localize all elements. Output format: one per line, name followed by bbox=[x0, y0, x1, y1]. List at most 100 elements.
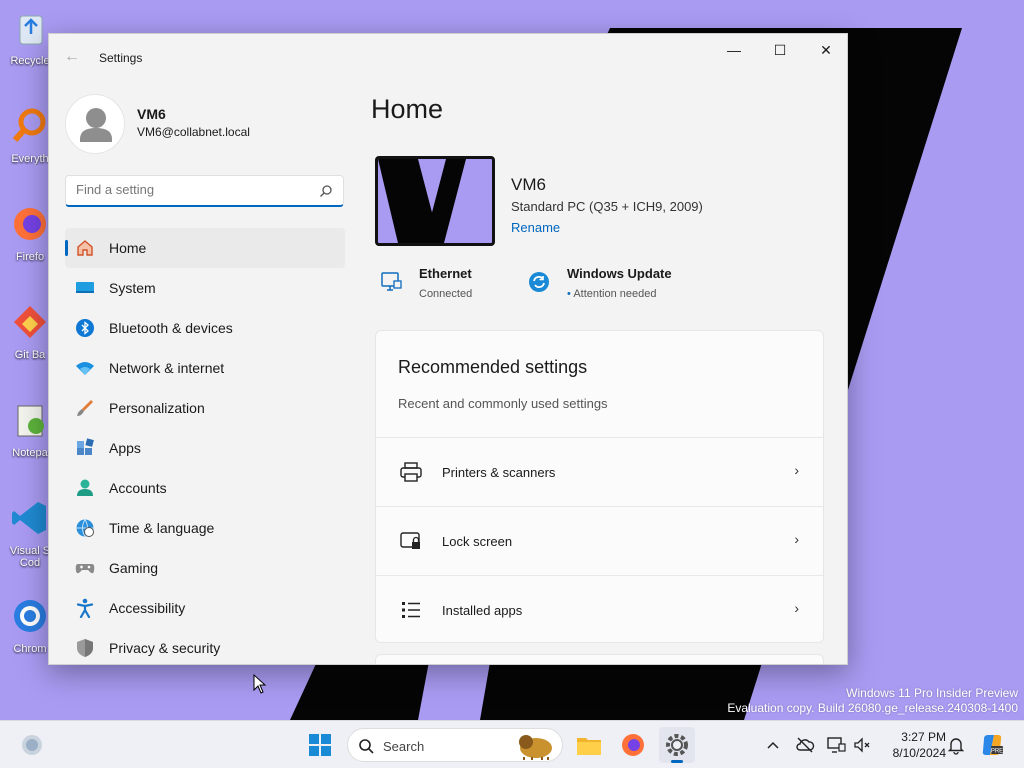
printer-icon bbox=[400, 462, 422, 482]
sidebar-item-bluetooth[interactable]: Bluetooth & devices bbox=[65, 308, 345, 348]
network-tray-icon[interactable] bbox=[826, 735, 846, 755]
next-card-peek bbox=[375, 654, 824, 664]
file-explorer-icon[interactable] bbox=[571, 727, 607, 763]
notification-bell-icon[interactable] bbox=[946, 735, 966, 755]
gamepad-icon bbox=[75, 564, 95, 574]
device-model: Standard PC (Q35 + ICH9, 2009) bbox=[511, 199, 703, 214]
sidebar-nav: Home System Bluetooth & devices Network … bbox=[65, 228, 345, 664]
mouse-cursor-icon bbox=[253, 674, 267, 694]
ethernet-icon bbox=[381, 272, 402, 291]
brush-icon bbox=[77, 400, 93, 416]
profile-email: VM6@collabnet.local bbox=[137, 125, 250, 139]
taskbar-clock[interactable]: 3:27 PM 8/10/2024 bbox=[876, 729, 946, 761]
device-thumbnail-image bbox=[378, 159, 490, 243]
close-button[interactable]: ✕ bbox=[803, 34, 847, 66]
sidebar-item-home[interactable]: Home bbox=[65, 228, 345, 268]
windows-watermark: Windows 11 Pro Insider Preview Evaluatio… bbox=[727, 686, 1018, 716]
device-wallpaper-thumbnail[interactable] bbox=[375, 156, 495, 246]
ethernet-subtitle: Connected bbox=[419, 288, 473, 300]
windows-update-subtitle: • Attention needed bbox=[567, 288, 657, 300]
recommended-row-label: Printers & scanners bbox=[442, 465, 556, 480]
chevron-right-icon: › bbox=[794, 531, 799, 547]
recommended-title: Recommended settings bbox=[398, 357, 588, 377]
profile-name: VM6 bbox=[137, 106, 166, 122]
recommended-row-installed-apps[interactable]: Installed apps › bbox=[376, 575, 823, 642]
chevron-right-icon: › bbox=[794, 600, 799, 616]
avatar[interactable] bbox=[65, 94, 125, 154]
recommended-row-lock-screen[interactable]: Lock screen › bbox=[376, 506, 823, 574]
sidebar-item-privacy-security[interactable]: Privacy & security bbox=[65, 628, 345, 664]
recommended-row-label: Lock screen bbox=[442, 534, 513, 549]
sidebar-item-label: Home bbox=[109, 240, 147, 256]
sidebar-item-label: Personalization bbox=[109, 400, 205, 416]
settings-taskbar-button[interactable] bbox=[659, 727, 695, 763]
recommended-settings-card: Recommended settings Recent and commonly… bbox=[375, 330, 824, 643]
search-highlight-lion-icon bbox=[519, 735, 552, 760]
title-bar[interactable]: ← Settings — ☐ ✕ bbox=[49, 34, 847, 80]
widgets-icon[interactable] bbox=[14, 727, 50, 763]
window-title: Settings bbox=[99, 51, 143, 65]
sidebar-item-apps[interactable]: Apps bbox=[65, 428, 345, 468]
sidebar-item-label: Privacy & security bbox=[109, 640, 221, 656]
rename-link[interactable]: Rename bbox=[511, 220, 560, 235]
taskbar-search[interactable]: Search bbox=[347, 728, 563, 762]
settings-window: ← Settings — ☐ ✕ VM6 VM6@collabnet.local… bbox=[48, 33, 848, 665]
bluetooth-icon bbox=[76, 319, 94, 337]
windows-update-title: Windows Update bbox=[567, 266, 672, 281]
start-windows-icon[interactable] bbox=[302, 727, 338, 763]
watermark-line1: Windows 11 Pro Insider Preview bbox=[846, 686, 1018, 700]
sidebar-item-label: Bluetooth & devices bbox=[109, 320, 233, 336]
taskbar: Search 3:27 PM 8/10/2024 PRE bbox=[0, 720, 1024, 768]
everything-search-icon bbox=[12, 108, 46, 143]
sidebar-item-label: Accessibility bbox=[109, 600, 186, 616]
recommended-row-printers[interactable]: Printers & scanners › bbox=[376, 437, 823, 505]
sidebar-item-label: Time & language bbox=[109, 520, 215, 536]
globe-clock-icon bbox=[76, 519, 94, 538]
sidebar-item-system[interactable]: System bbox=[65, 268, 345, 308]
network-icon bbox=[76, 362, 94, 375]
clock-time: 3:27 PM bbox=[901, 730, 946, 744]
sidebar-item-personalization[interactable]: Personalization bbox=[65, 388, 345, 428]
notepad-plus-icon bbox=[17, 405, 44, 437]
installed-apps-icon bbox=[402, 602, 420, 618]
ethernet-title: Ethernet bbox=[419, 266, 472, 281]
settings-gear-icon bbox=[666, 734, 688, 756]
accessibility-icon bbox=[76, 598, 94, 618]
sidebar-item-label: Apps bbox=[109, 440, 141, 456]
firefox-taskbar-icon[interactable] bbox=[615, 727, 651, 763]
active-app-indicator bbox=[671, 760, 683, 763]
sidebar-item-accessibility[interactable]: Accessibility bbox=[65, 588, 345, 628]
chevron-up-icon[interactable] bbox=[763, 735, 783, 755]
firefox-icon bbox=[14, 208, 46, 240]
recommended-subtitle: Recent and commonly used settings bbox=[398, 396, 608, 411]
git-bash-icon bbox=[14, 306, 46, 338]
minimize-button[interactable]: — bbox=[711, 34, 757, 66]
sidebar-item-label: Accounts bbox=[109, 480, 167, 496]
sidebar-item-accounts[interactable]: Accounts bbox=[65, 468, 345, 508]
watermark-line2: Evaluation copy. Build 26080.ge_release.… bbox=[727, 701, 1018, 715]
cloud-offline-icon[interactable] bbox=[795, 735, 815, 755]
sidebar-item-label: Gaming bbox=[109, 560, 159, 576]
user-avatar-icon bbox=[80, 108, 112, 142]
volume-muted-icon[interactable] bbox=[852, 735, 872, 755]
sidebar-item-network[interactable]: Network & internet bbox=[65, 348, 345, 388]
accounts-icon bbox=[77, 479, 93, 496]
sidebar-item-gaming[interactable]: Gaming bbox=[65, 548, 345, 588]
copilot-pre-icon[interactable]: PRE bbox=[980, 733, 1004, 757]
sidebar-item-time-language[interactable]: Time & language bbox=[65, 508, 345, 548]
clock-date: 8/10/2024 bbox=[892, 746, 946, 760]
find-setting-search[interactable] bbox=[65, 175, 344, 207]
device-name: VM6 bbox=[511, 175, 546, 194]
shield-icon bbox=[77, 639, 93, 657]
recycle-bin-icon bbox=[19, 15, 43, 45]
sidebar-item-label: Network & internet bbox=[109, 360, 225, 376]
apps-icon bbox=[77, 438, 94, 455]
recommended-row-label: Installed apps bbox=[442, 603, 523, 618]
search-input[interactable] bbox=[76, 182, 306, 197]
chevron-right-icon: › bbox=[794, 462, 799, 478]
back-button[interactable]: ← bbox=[61, 46, 83, 68]
home-icon bbox=[77, 240, 93, 256]
search-icon[interactable] bbox=[319, 184, 333, 198]
sidebar-item-label: System bbox=[109, 280, 156, 296]
maximize-button[interactable]: ☐ bbox=[757, 34, 803, 66]
